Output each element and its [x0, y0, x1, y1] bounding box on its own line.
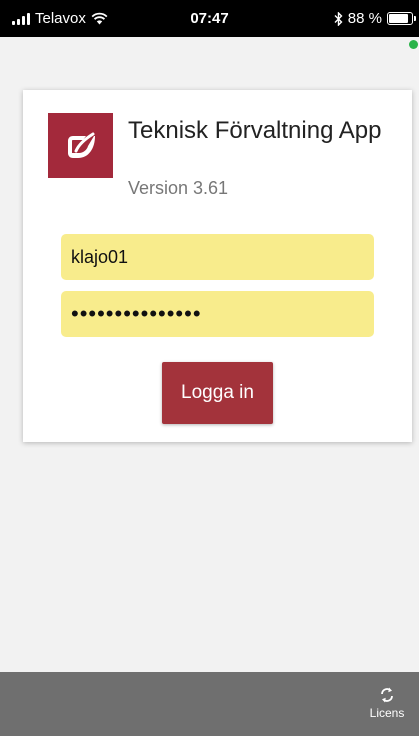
username-value: klajo01: [71, 246, 129, 267]
battery-percent: 88 %: [347, 10, 382, 27]
username-field[interactable]: klajo01: [61, 234, 374, 280]
password-value: •••••••••••••••: [71, 301, 202, 326]
battery-fill: [389, 14, 409, 23]
battery-icon: [387, 12, 416, 25]
licens-label: Licens: [369, 706, 405, 720]
app-version: Version 3.61: [128, 178, 229, 198]
login-button[interactable]: Logga in: [162, 362, 273, 424]
leaf-icon: [48, 113, 113, 178]
app-title: Teknisk Förvaltning App: [128, 117, 382, 144]
footer-toolbar: Licens: [0, 672, 419, 736]
connection-status-dot: [409, 40, 418, 49]
refresh-icon: [381, 687, 393, 703]
login-card: Teknisk Förvaltning App Version 3.61 kla…: [23, 90, 412, 442]
status-bar: Telavox 07:47 88 %: [0, 0, 419, 37]
bluetooth-icon: [334, 11, 343, 26]
licens-button[interactable]: Licens: [365, 686, 409, 720]
password-field[interactable]: •••••••••••••••: [61, 291, 374, 337]
status-right: 88 %: [334, 10, 416, 27]
